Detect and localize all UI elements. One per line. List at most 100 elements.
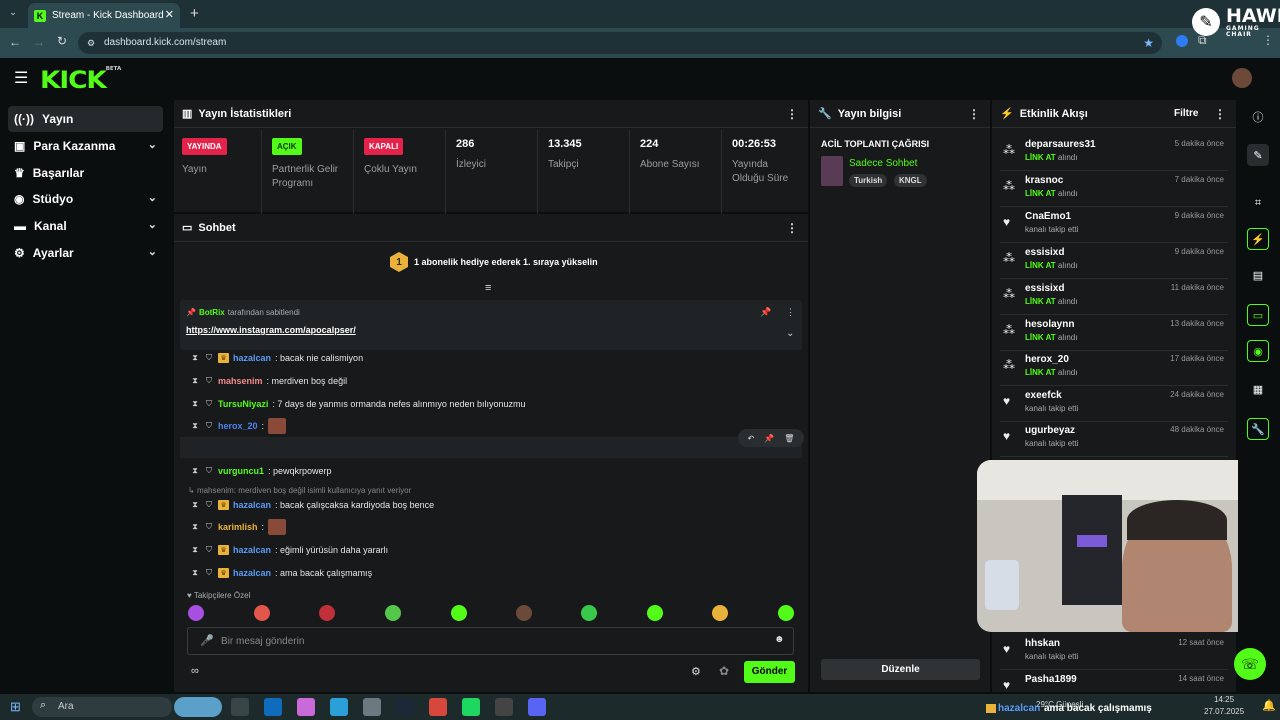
sidebar-item-yayin[interactable]: ((·)) Yayın [8, 106, 163, 132]
unpin-icon[interactable]: 📌 [760, 307, 771, 318]
event-user[interactable]: essisixd [1025, 247, 1064, 258]
back-icon[interactable]: ← [9, 35, 21, 49]
chat-message[interactable]: ⧗ ⛉ karimlish: [190, 517, 287, 537]
chat-username[interactable]: TursuNiyazi [218, 399, 268, 409]
points-icon[interactable]: ∞ [191, 665, 199, 677]
obs-icon[interactable] [495, 698, 513, 716]
store-icon[interactable] [363, 698, 381, 716]
edit-button[interactable]: Düzenle [821, 659, 980, 680]
url-input[interactable]: ⚙ dashboard.kick.com/stream ★ [78, 32, 1162, 54]
emote-button[interactable] [385, 605, 401, 621]
sidebar-item-basarilar[interactable]: ♛ Başarılar [8, 160, 163, 186]
pinned-link[interactable]: https://www.instagram.com/apocalpser/ [186, 325, 356, 335]
emote-button[interactable] [581, 605, 597, 621]
emote-button[interactable] [188, 605, 204, 621]
steam-icon[interactable] [396, 698, 414, 716]
activity-menu-icon[interactable]: ⋮ [1214, 107, 1226, 121]
copilot-icon[interactable] [297, 698, 315, 716]
emote-button[interactable] [516, 605, 532, 621]
event-user[interactable]: ugurbeyaz [1025, 425, 1075, 436]
bookmark-star-icon[interactable]: ★ [1143, 32, 1154, 54]
outlook-icon[interactable] [264, 698, 282, 716]
category-name[interactable]: Sadece Sohbet [849, 158, 917, 169]
wrench-action-icon[interactable]: 🔧 [1247, 418, 1269, 440]
chat-message[interactable]: ⧗ ⛉ ♛ hazalcan: eğimli yürüsün daha yararlı [190, 540, 388, 560]
taskbar-search[interactable]: ⌕ Ara [32, 697, 172, 717]
layout-icon[interactable]: ▦ [1247, 378, 1269, 400]
notification-icon[interactable]: 🔔 [1262, 699, 1276, 712]
emote-button[interactable] [254, 605, 270, 621]
event-user[interactable]: krasnoc [1025, 175, 1063, 186]
chat-menu-icon[interactable]: ⋮ [786, 221, 798, 235]
windows-start-icon[interactable]: ⊞ [10, 699, 21, 715]
filter-button[interactable]: Filtre [1174, 108, 1198, 119]
chat-username[interactable]: hazalcan [233, 500, 271, 510]
emote-button[interactable] [712, 605, 728, 621]
focus-icon[interactable]: ⌗ [1247, 192, 1269, 214]
chrome-icon[interactable] [429, 698, 447, 716]
emoji-picker-icon[interactable]: ☻ [774, 634, 785, 645]
info-menu-icon[interactable]: ⋮ [968, 107, 980, 121]
timeout-icon[interactable]: ⧗ [190, 421, 200, 431]
close-tab-icon[interactable]: ✕ [165, 8, 174, 21]
chat-message[interactable]: ⧗ ⛉ vurguncu1: pewqkrpowerp [190, 461, 331, 481]
sidebar-item-ayarlar[interactable]: ⚙ Ayarlar ⌄ [8, 240, 163, 266]
user-avatar[interactable] [1232, 68, 1252, 88]
event-user[interactable]: deparsaures31 [1025, 139, 1096, 150]
send-button[interactable]: Gönder [744, 661, 795, 683]
filter-lines-icon[interactable]: ≡ [485, 282, 491, 294]
timeout-icon[interactable]: ⧗ [190, 376, 200, 386]
chat-message[interactable]: ⧗ ⛉ ♛ hazalcan: bacak nie calismiyon [190, 348, 363, 368]
chat-username[interactable]: karimlish [218, 522, 258, 532]
site-info-icon[interactable]: ⚙ [87, 32, 95, 54]
event-user[interactable]: Pasha1899 [1025, 674, 1077, 685]
discord-icon[interactable] [528, 698, 546, 716]
emote-button[interactable] [451, 605, 467, 621]
extension-icon[interactable] [1176, 35, 1188, 47]
sidebar-item-kanal[interactable]: ▬ Kanal ⌄ [8, 213, 163, 239]
timeout-icon[interactable]: ⧗ [190, 500, 200, 510]
kick-logo[interactable]: KICKBETA [40, 66, 121, 94]
info-icon[interactable]: ⓘ [1247, 106, 1269, 128]
timeout-icon[interactable]: ⧗ [190, 568, 200, 578]
bolt-action-icon[interactable]: ⚡ [1247, 228, 1269, 250]
event-user[interactable]: CnaEmo1 [1025, 211, 1071, 222]
sidebar-item-studyo[interactable]: ◉ Stüdyo ⌄ [8, 186, 163, 212]
timeout-icon[interactable]: ⧗ [190, 353, 200, 363]
timeout-icon[interactable]: ⧗ [190, 522, 200, 532]
chat-input[interactable]: 🎤 Bir mesaj gönderin ☻ [187, 627, 794, 655]
new-tab-button[interactable]: + [190, 5, 199, 22]
chat-action-icon[interactable]: ▭ [1247, 304, 1269, 326]
chat-message[interactable]: ⧗ ⛉ ♛ hazalcan: ama bacak çalışmamış [190, 563, 372, 583]
emote-button[interactable] [778, 605, 794, 621]
reload-icon[interactable]: ↻ [57, 34, 67, 48]
timeout-icon[interactable]: ⧗ [190, 399, 200, 409]
gift-icon[interactable]: ✿ [719, 664, 729, 678]
event-user[interactable]: essisixd [1025, 283, 1064, 294]
chat-message[interactable]: ⧗ ⛉ herox_20: [190, 416, 287, 436]
gift-sub-promo[interactable]: 1 1 abonelik hediye ederek 1. sıraya yüks… [390, 252, 598, 272]
hamburger-menu-icon[interactable]: ☰ [14, 68, 28, 88]
spotify-icon[interactable] [462, 698, 480, 716]
delete-icon[interactable]: 🗑 [784, 434, 794, 443]
timeout-icon[interactable]: ⧗ [190, 545, 200, 555]
event-user[interactable]: herox_20 [1025, 354, 1069, 365]
pinned-menu-icon[interactable]: ⋮ [786, 307, 795, 318]
tab-list-button[interactable]: ⌄ [6, 7, 20, 21]
chat-username[interactable]: mahsenim [218, 376, 263, 386]
mic-icon[interactable]: 🎤 [200, 634, 214, 647]
emote-button[interactable] [319, 605, 335, 621]
broadcast-action-icon[interactable]: ◉ [1247, 340, 1269, 362]
document-icon[interactable]: ▤ [1247, 264, 1269, 286]
chat-username[interactable]: herox_20 [218, 421, 258, 431]
chat-message[interactable]: ⧗ ⛉ TursuNiyazi: 7 days de yanmıs ormanda … [190, 394, 525, 414]
chat-username[interactable]: hazalcan [233, 353, 271, 363]
event-user[interactable]: exeefck [1025, 390, 1062, 401]
stats-menu-icon[interactable]: ⋮ [786, 107, 798, 121]
edge-icon[interactable] [330, 698, 348, 716]
chat-username[interactable]: hazalcan [233, 568, 271, 578]
chat-username[interactable]: hazalcan [233, 545, 271, 555]
event-user[interactable]: hhskan [1025, 638, 1060, 649]
task-view-icon[interactable] [231, 698, 249, 716]
chat-settings-icon[interactable]: ⚙ [691, 665, 701, 678]
